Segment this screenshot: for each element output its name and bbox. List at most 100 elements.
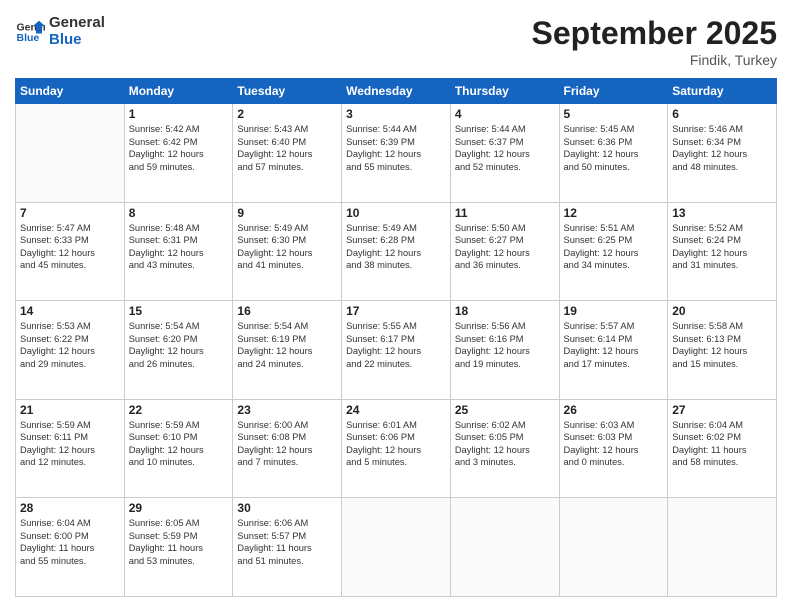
- cell-line: Sunset: 6:11 PM: [20, 431, 120, 444]
- cell-line: Daylight: 12 hours: [346, 444, 446, 457]
- cell-line: Sunset: 6:34 PM: [672, 136, 772, 149]
- cell-line: Sunrise: 5:58 AM: [672, 320, 772, 333]
- calendar-cell: 3 Sunrise: 5:44 AMSunset: 6:39 PMDaylight…: [342, 104, 451, 203]
- col-header-monday: Monday: [124, 79, 233, 104]
- day-number: 28: [20, 501, 120, 515]
- cell-line: Daylight: 11 hours: [129, 542, 229, 555]
- cell-line: Sunset: 6:00 PM: [20, 530, 120, 543]
- cell-line: Sunrise: 5:52 AM: [672, 222, 772, 235]
- cell-line: Sunset: 6:19 PM: [237, 333, 337, 346]
- calendar-cell: 24 Sunrise: 6:01 AMSunset: 6:06 PMDayligh…: [342, 399, 451, 498]
- cell-line: Sunset: 5:59 PM: [129, 530, 229, 543]
- cell-line: Sunset: 6:17 PM: [346, 333, 446, 346]
- week-row-1: 7Sunrise: 5:47 AMSunset: 6:33 PMDaylight…: [16, 202, 777, 301]
- calendar-cell: 29Sunrise: 6:05 AMSunset: 5:59 PMDayligh…: [124, 498, 233, 597]
- cell-line: Daylight: 12 hours: [129, 247, 229, 260]
- cell-line: Sunrise: 5:51 AM: [564, 222, 664, 235]
- cell-line: Daylight: 12 hours: [20, 247, 120, 260]
- cell-line: and 52 minutes.: [455, 161, 555, 174]
- calendar-cell: 6 Sunrise: 5:46 AMSunset: 6:34 PMDaylight…: [668, 104, 777, 203]
- cell-data: Sunrise: 6:01 AMSunset: 6:06 PMDaylight:…: [346, 419, 446, 469]
- cell-data: Sunrise: 6:05 AMSunset: 5:59 PMDaylight:…: [129, 517, 229, 567]
- day-number: 22: [129, 403, 229, 417]
- cell-data: Sunrise: 6:04 AMSunset: 6:00 PMDaylight:…: [20, 517, 120, 567]
- calendar-cell: 16Sunrise: 5:54 AMSunset: 6:19 PMDayligh…: [233, 301, 342, 400]
- col-header-wednesday: Wednesday: [342, 79, 451, 104]
- cell-line: and 22 minutes.: [346, 358, 446, 371]
- cell-line: Sunrise: 5:53 AM: [20, 320, 120, 333]
- cell-line: Daylight: 12 hours: [455, 345, 555, 358]
- cell-line: Sunset: 6:33 PM: [20, 234, 120, 247]
- cell-line: Sunset: 6:05 PM: [455, 431, 555, 444]
- cell-data: Sunrise: 6:02 AMSunset: 6:05 PMDaylight:…: [455, 419, 555, 469]
- calendar-body: 1Sunrise: 5:42 AMSunset: 6:42 PMDaylight…: [16, 104, 777, 597]
- cell-line: Sunrise: 5:46 AM: [672, 123, 772, 136]
- cell-data: Sunrise: 5:46 AMSunset: 6:34 PMDaylight:…: [672, 123, 772, 173]
- day-number: 3: [346, 107, 446, 121]
- calendar-cell: 21Sunrise: 5:59 AMSunset: 6:11 PMDayligh…: [16, 399, 125, 498]
- cell-line: Daylight: 12 hours: [564, 148, 664, 161]
- cell-line: Daylight: 12 hours: [346, 345, 446, 358]
- col-header-sunday: Sunday: [16, 79, 125, 104]
- cell-line: Sunset: 6:36 PM: [564, 136, 664, 149]
- cell-line: Sunset: 6:08 PM: [237, 431, 337, 444]
- calendar-cell: 4 Sunrise: 5:44 AMSunset: 6:37 PMDaylight…: [450, 104, 559, 203]
- cell-data: Sunrise: 5:44 AMSunset: 6:37 PMDaylight:…: [455, 123, 555, 173]
- cell-line: Sunrise: 5:49 AM: [237, 222, 337, 235]
- cell-line: Sunrise: 6:04 AM: [672, 419, 772, 432]
- calendar-cell: 20Sunrise: 5:58 AMSunset: 6:13 PMDayligh…: [668, 301, 777, 400]
- day-number: 6: [672, 107, 772, 121]
- cell-line: and 57 minutes.: [237, 161, 337, 174]
- cell-line: Daylight: 12 hours: [455, 247, 555, 260]
- cell-line: Sunset: 6:28 PM: [346, 234, 446, 247]
- cell-data: Sunrise: 5:51 AMSunset: 6:25 PMDaylight:…: [564, 222, 664, 272]
- cell-line: Sunrise: 5:50 AM: [455, 222, 555, 235]
- col-header-tuesday: Tuesday: [233, 79, 342, 104]
- day-number: 4: [455, 107, 555, 121]
- cell-data: Sunrise: 5:55 AMSunset: 6:17 PMDaylight:…: [346, 320, 446, 370]
- svg-text:Blue: Blue: [17, 32, 40, 44]
- cell-line: and 51 minutes.: [237, 555, 337, 568]
- day-number: 24: [346, 403, 446, 417]
- cell-line: Sunset: 5:57 PM: [237, 530, 337, 543]
- cell-line: Sunrise: 5:55 AM: [346, 320, 446, 333]
- calendar-cell: 26Sunrise: 6:03 AMSunset: 6:03 PMDayligh…: [559, 399, 668, 498]
- cell-data: Sunrise: 5:44 AMSunset: 6:39 PMDaylight:…: [346, 123, 446, 173]
- cell-data: Sunrise: 5:48 AMSunset: 6:31 PMDaylight:…: [129, 222, 229, 272]
- day-number: 7: [20, 206, 120, 220]
- calendar-cell: 12Sunrise: 5:51 AMSunset: 6:25 PMDayligh…: [559, 202, 668, 301]
- cell-line: Daylight: 12 hours: [564, 444, 664, 457]
- cell-line: and 36 minutes.: [455, 259, 555, 272]
- cell-line: Daylight: 12 hours: [237, 444, 337, 457]
- cell-line: Daylight: 12 hours: [237, 247, 337, 260]
- cell-line: and 55 minutes.: [20, 555, 120, 568]
- cell-line: Sunrise: 5:44 AM: [346, 123, 446, 136]
- cell-data: Sunrise: 5:45 AMSunset: 6:36 PMDaylight:…: [564, 123, 664, 173]
- cell-line: Sunset: 6:16 PM: [455, 333, 555, 346]
- logo: General Blue General Blue: [15, 15, 105, 48]
- calendar-cell: 10Sunrise: 5:49 AMSunset: 6:28 PMDayligh…: [342, 202, 451, 301]
- cell-line: Daylight: 12 hours: [455, 148, 555, 161]
- cell-line: Sunset: 6:03 PM: [564, 431, 664, 444]
- day-number: 18: [455, 304, 555, 318]
- cell-line: and 24 minutes.: [237, 358, 337, 371]
- cell-line: Sunset: 6:13 PM: [672, 333, 772, 346]
- cell-line: Sunset: 6:20 PM: [129, 333, 229, 346]
- cell-data: Sunrise: 5:52 AMSunset: 6:24 PMDaylight:…: [672, 222, 772, 272]
- day-number: 15: [129, 304, 229, 318]
- cell-data: Sunrise: 5:53 AMSunset: 6:22 PMDaylight:…: [20, 320, 120, 370]
- cell-line: Daylight: 12 hours: [672, 247, 772, 260]
- cell-data: Sunrise: 5:49 AMSunset: 6:30 PMDaylight:…: [237, 222, 337, 272]
- cell-line: and 10 minutes.: [129, 456, 229, 469]
- cell-line: Sunrise: 5:48 AM: [129, 222, 229, 235]
- cell-line: Sunset: 6:24 PM: [672, 234, 772, 247]
- cell-line: and 31 minutes.: [672, 259, 772, 272]
- calendar-cell: 9Sunrise: 5:49 AMSunset: 6:30 PMDaylight…: [233, 202, 342, 301]
- cell-line: Daylight: 12 hours: [237, 148, 337, 161]
- cell-line: Sunrise: 5:43 AM: [237, 123, 337, 136]
- day-number: 10: [346, 206, 446, 220]
- title-block: September 2025 Findik, Turkey: [532, 15, 777, 68]
- calendar-table: SundayMondayTuesdayWednesdayThursdayFrid…: [15, 78, 777, 597]
- cell-line: and 41 minutes.: [237, 259, 337, 272]
- col-header-saturday: Saturday: [668, 79, 777, 104]
